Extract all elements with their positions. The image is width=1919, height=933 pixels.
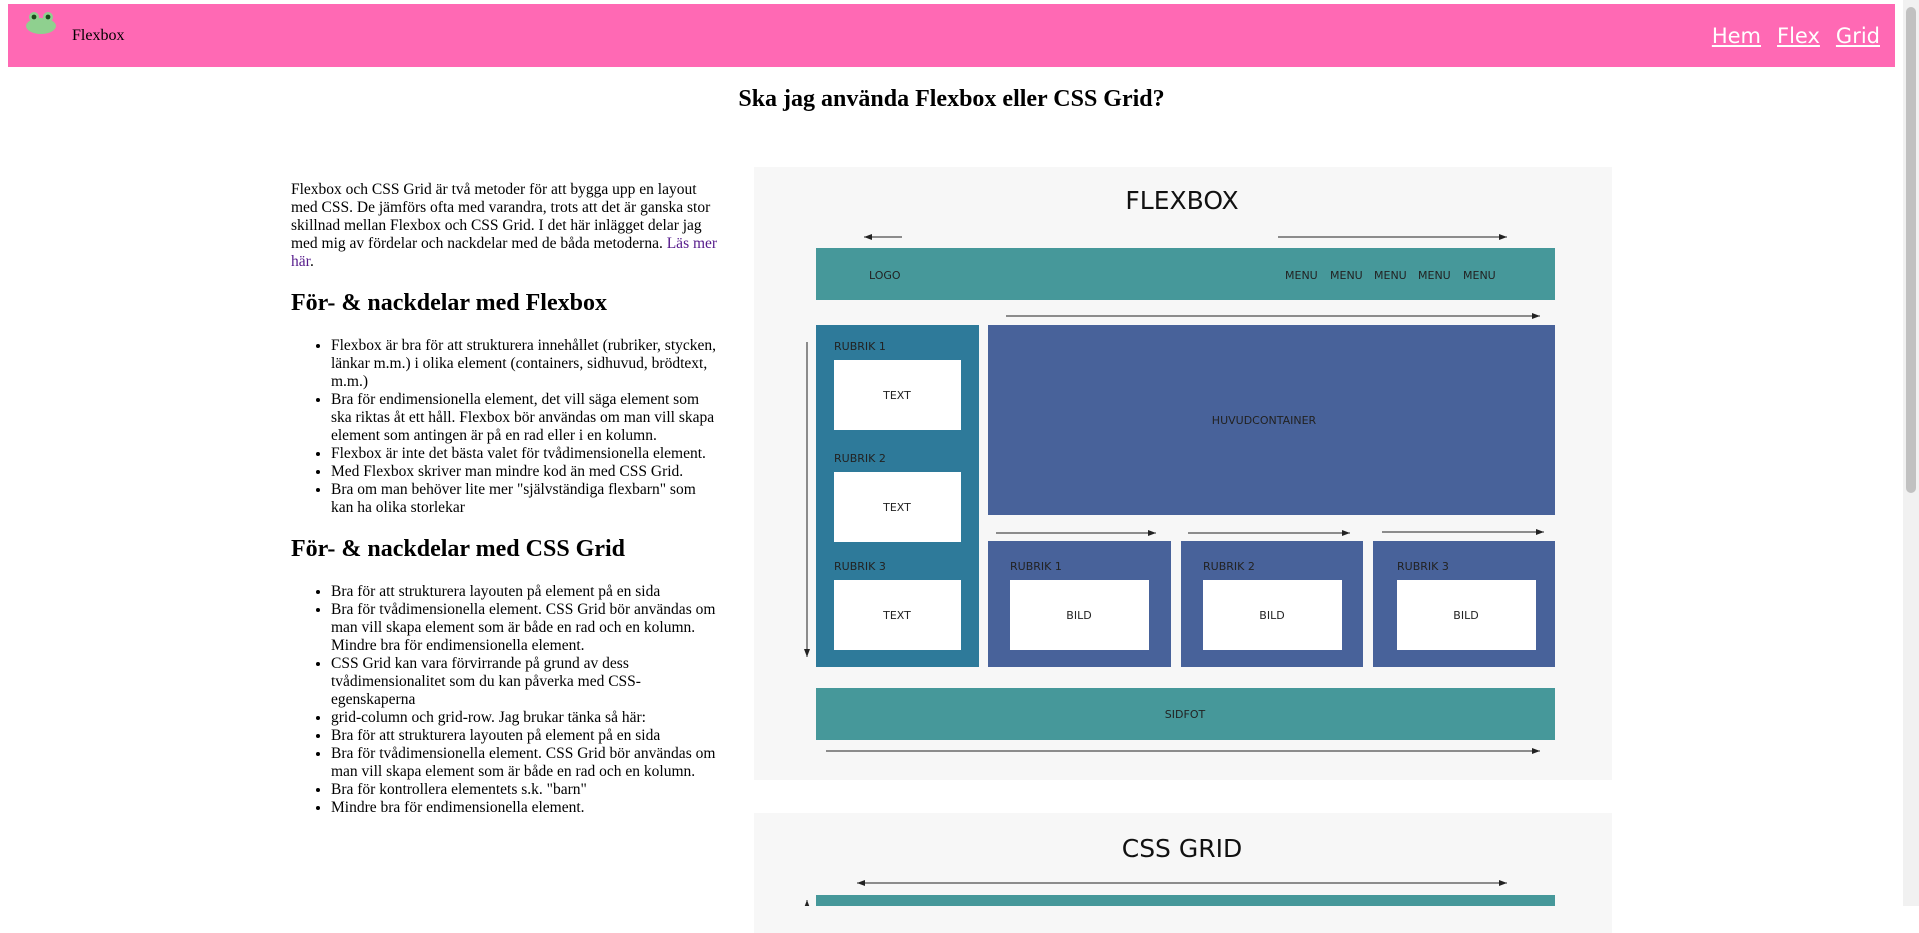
css-grid-diagram: CSS GRID: [754, 813, 1612, 933]
flexbox-heading: För- & nackdelar med Flexbox: [291, 290, 607, 316]
brand-name: Flexbox: [72, 27, 125, 44]
sidebar-heading: RUBRIK 3: [834, 560, 886, 573]
list-item: CSS Grid kan vara förvirrande på grund a…: [331, 655, 721, 709]
card-image-label: BILD: [1066, 609, 1091, 622]
list-item: Bra för kontrollera elementets s.k. "bar…: [331, 781, 721, 799]
list-item: grid-column och grid-row. Jag brukar tän…: [331, 709, 721, 727]
list-item: Bra för att strukturera layouten på elem…: [331, 583, 721, 601]
sidebar-text-label: TEXT: [882, 609, 911, 622]
diagram-header-bar: [816, 895, 1555, 907]
main-nav: Hem Flex Grid: [1712, 24, 1880, 48]
card-heading: RUBRIK 1: [1010, 560, 1062, 573]
flexbox-diagram-svg: FLEXBOX LOGO MENU MENU MENU MENU MENU RU…: [804, 186, 1555, 754]
footer-label: SIDFOT: [1165, 708, 1206, 721]
page-title: Ska jag använda Flexbox eller CSS Grid?: [738, 86, 1165, 112]
list-item: Flexbox är bra för att strukturera inneh…: [331, 337, 721, 391]
flexbox-diagram: FLEXBOX LOGO MENU MENU MENU MENU MENU RU…: [754, 167, 1612, 780]
nav-link-flex[interactable]: Flex: [1777, 24, 1820, 48]
site-header: Flexbox Hem Flex Grid: [8, 4, 1895, 67]
sidebar-heading: RUBRIK 1: [834, 340, 886, 353]
sidebar-heading: RUBRIK 2: [834, 452, 886, 465]
list-item: Bra för endimensionella element, det vil…: [331, 391, 721, 445]
list-item: Flexbox är inte det bästa valet för tvåd…: [331, 445, 721, 463]
diagram-title: CSS GRID: [1122, 834, 1243, 863]
list-item: Med Flexbox skriver man mindre kod än me…: [331, 463, 721, 481]
flexbox-list: Flexbox är bra för att strukturera inneh…: [291, 337, 721, 517]
article-content: Flexbox och CSS Grid är två metoder för …: [291, 181, 721, 817]
page-scrollbar[interactable]: [1903, 0, 1919, 906]
frog-logo-icon[interactable]: [25, 11, 57, 35]
list-item: Bra för att strukturera layouten på elem…: [331, 727, 721, 745]
list-item: Bra för tvådimensionella element. CSS Gr…: [331, 745, 721, 781]
card-heading: RUBRIK 3: [1397, 560, 1449, 573]
css-grid-diagram-svg: CSS GRID: [804, 834, 1555, 908]
diagram-title: FLEXBOX: [1125, 186, 1238, 215]
card-image-label: BILD: [1259, 609, 1284, 622]
css-grid-list: Bra för att strukturera layouten på elem…: [291, 583, 721, 817]
card-heading: RUBRIK 2: [1203, 560, 1255, 573]
diagram-menu-label: MENU: [1374, 269, 1407, 282]
diagram-menu-label: MENU: [1418, 269, 1451, 282]
main-container-label: HUVUDCONTAINER: [1212, 414, 1317, 427]
diagram-menu-label: MENU: [1285, 269, 1318, 282]
diagram-menu-label: MENU: [1463, 269, 1496, 282]
list-item: Mindre bra för endimensionella element.: [331, 799, 721, 817]
sidebar-text-label: TEXT: [882, 501, 911, 514]
intro-paragraph: Flexbox och CSS Grid är två metoder för …: [291, 181, 718, 270]
list-item: Bra för tvådimensionella element. CSS Gr…: [331, 601, 721, 655]
card-image-label: BILD: [1453, 609, 1478, 622]
nav-link-hem[interactable]: Hem: [1712, 24, 1761, 48]
nav-link-grid[interactable]: Grid: [1836, 24, 1880, 48]
sidebar-text-label: TEXT: [882, 389, 911, 402]
diagram-logo-label: LOGO: [869, 269, 901, 282]
css-grid-heading: För- & nackdelar med CSS Grid: [291, 536, 625, 562]
list-item: Bra om man behöver lite mer "självständi…: [331, 481, 721, 517]
diagram-menu-label: MENU: [1330, 269, 1363, 282]
scrollbar-thumb[interactable]: [1906, 7, 1916, 493]
